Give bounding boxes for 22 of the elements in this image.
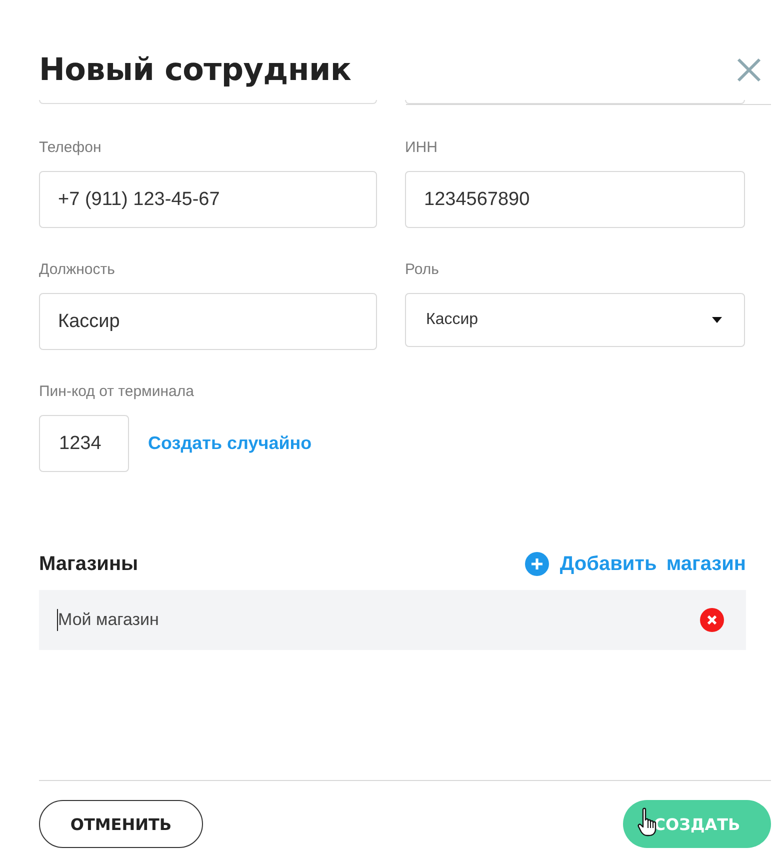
input-field[interactable]: +7 (911) 123-45-67 bbox=[39, 171, 377, 228]
hand-cursor-icon bbox=[637, 807, 657, 837]
store-name-input[interactable]: Мой магазин bbox=[57, 609, 159, 631]
input-field[interactable]: 1234567890 bbox=[405, 171, 745, 228]
plus-icon bbox=[524, 552, 549, 576]
field-label: Должность bbox=[39, 260, 115, 280]
input-field[interactable] bbox=[39, 100, 377, 104]
close-button[interactable] bbox=[737, 58, 761, 82]
select-dropdown[interactable]: Кассир bbox=[405, 293, 745, 347]
section-heading: Магазины bbox=[39, 552, 138, 576]
select-value: Кассир bbox=[426, 311, 478, 329]
field-label: Роль bbox=[405, 260, 439, 280]
pin-input[interactable]: 1234 bbox=[39, 415, 129, 472]
field-label: Пин-код от терминала bbox=[39, 382, 194, 402]
remove-icon[interactable] bbox=[700, 608, 724, 632]
input-field[interactable]: Кассир bbox=[39, 293, 377, 350]
cancel-button[interactable]: ОТМЕНИТЬ bbox=[39, 800, 203, 848]
close-icon bbox=[737, 58, 761, 82]
caret-icon bbox=[712, 317, 722, 323]
field-label: ИНН bbox=[405, 138, 438, 158]
field-label: Телефон bbox=[39, 138, 102, 158]
dialog-title: Новый сотрудник bbox=[39, 51, 352, 90]
